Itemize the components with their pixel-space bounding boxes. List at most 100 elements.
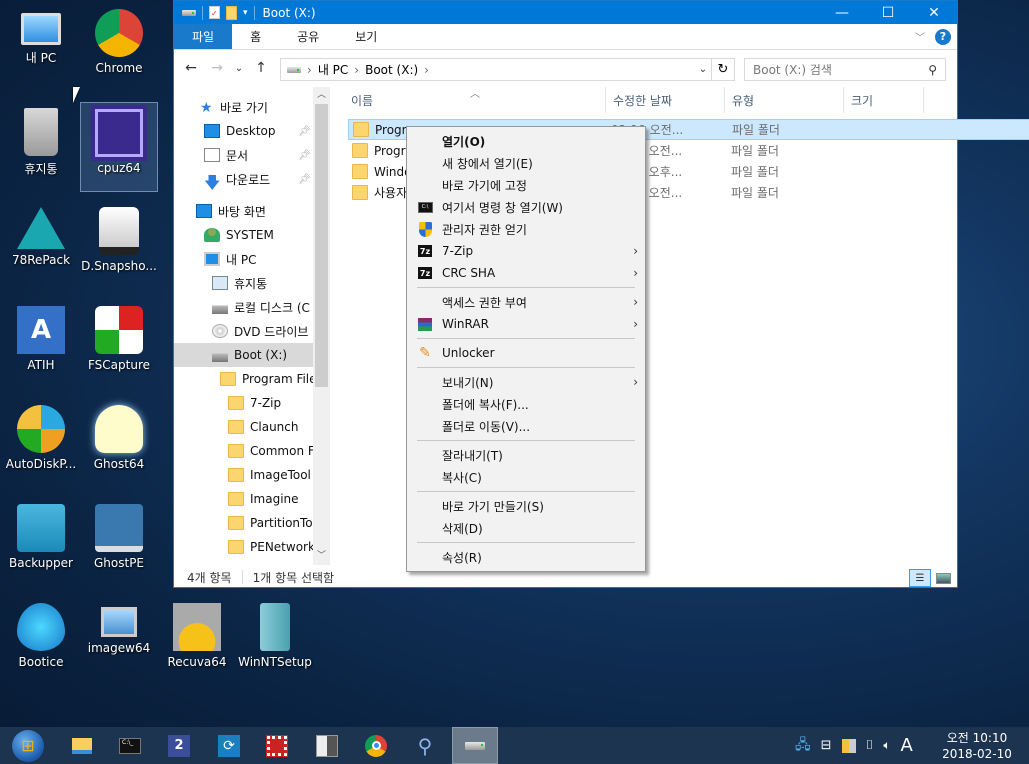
desktop-icon-ghostpe[interactable]: GhostPE (80, 498, 158, 588)
menu-item-잘라내기[interactable]: 잘라내기(T) (410, 444, 642, 466)
volume-icon[interactable]: 🔈︎ (883, 738, 890, 753)
menu-item-winrar[interactable]: WinRAR › (410, 313, 642, 335)
nav-item-partitiontoo[interactable]: PartitionToo (174, 511, 320, 535)
taskbar-command-prompt[interactable]: C:\_ (107, 727, 153, 764)
properties-icon[interactable]: ✓ (209, 6, 220, 19)
taskbar-search-tool[interactable]: ⚲ (402, 727, 448, 764)
tab-home[interactable]: 홈 (232, 24, 279, 49)
menu-item-열기[interactable]: 열기(O) (410, 130, 642, 152)
tab-share[interactable]: 공유 (279, 24, 337, 49)
column-size[interactable]: 크기 (844, 87, 924, 113)
display-icon[interactable]: ⊟ (821, 738, 832, 753)
new-folder-icon[interactable] (226, 5, 237, 20)
menu-item-여기서-명령-창-열기[interactable]: C:\ 여기서 명령 창 열기(W) (410, 196, 642, 218)
nav-item-문서[interactable]: 문서 📌︎ (174, 143, 314, 167)
desktop-icon-78repack[interactable]: 78RePack (2, 201, 80, 291)
menu-item-새-창에서-열기[interactable]: 새 창에서 열기(E) (410, 152, 642, 174)
breadcrumb-this-pc[interactable]: 내 PC (318, 61, 348, 78)
taskbar-boot-drive-window[interactable] (452, 727, 498, 764)
desktop-icon-내-pc[interactable]: 내 PC (2, 3, 80, 93)
title-bar[interactable]: ✓ ▾ Boot (X:) — ☐ ✕ (174, 1, 957, 24)
column-type[interactable]: 유형 (725, 87, 844, 113)
tab-file[interactable]: 파일 (174, 24, 233, 49)
nav-item-claunch[interactable]: Claunch (174, 415, 314, 439)
nav-item-dvd-드라이브[interactable]: DVD 드라이브 (174, 319, 314, 343)
breadcrumb-sep[interactable]: › (424, 63, 429, 77)
desktop-icon-winntsetup[interactable]: WinNTSetup (236, 597, 314, 687)
breadcrumb-boot-drive[interactable]: Boot (X:) (365, 63, 418, 77)
nav-item-boot-x-[interactable]: Boot (X:) (174, 343, 314, 367)
column-date-modified[interactable]: 수정한 날짜 (606, 87, 725, 113)
nav-item-다운로드[interactable]: 🡇 다운로드 📌︎ (174, 167, 314, 193)
expand-ribbon-icon[interactable]: ﹀ (915, 29, 925, 44)
taskbar-two-commander[interactable]: 2 (156, 727, 202, 764)
apps-icon[interactable] (841, 738, 856, 753)
menu-item-복사[interactable]: 복사(C) (410, 466, 642, 488)
refresh-button[interactable]: ↻ (712, 58, 735, 81)
nav-item-system[interactable]: SYSTEM (174, 223, 314, 247)
up-button[interactable]: ↑ (252, 60, 270, 76)
menu-item-삭제[interactable]: 삭제(D) (410, 517, 642, 539)
nav-item-내-pc[interactable]: 내 PC (174, 247, 314, 271)
address-dropdown-icon[interactable]: ⌄ (695, 64, 711, 75)
nav-item-common-f[interactable]: Common F (174, 439, 315, 463)
desktop-icon-chrome[interactable]: Chrome (80, 3, 158, 93)
desktop-icon-atih[interactable]: A ATIH (2, 300, 80, 390)
desktop-icon-휴지통[interactable]: 휴지통 (2, 102, 80, 192)
taskbar-file-explorer[interactable] (59, 727, 105, 764)
nav-pane-scrollbar[interactable]: ︿ ﹀ (313, 87, 330, 565)
details-view-button[interactable]: ☰ (909, 569, 931, 587)
nav-item-program-files[interactable]: Program Files (174, 367, 323, 391)
desktop-icon-bootice[interactable]: Bootice (2, 597, 80, 687)
desktop-icon-d-snapsho-[interactable]: D.Snapsho... (80, 201, 158, 291)
nav-item-desktop[interactable]: Desktop 📌︎ (174, 119, 314, 143)
menu-item-액세스-권한-부여[interactable]: 액세스 권한 부여 › (410, 291, 642, 313)
desktop-icon-cpuz64[interactable]: cpuz64 (80, 102, 158, 192)
nav-item-imagetool[interactable]: ImageTool (174, 463, 314, 487)
recent-locations-button[interactable]: ⌄ (234, 63, 244, 74)
nav-item-7-zip[interactable]: 7-Zip (174, 391, 314, 415)
menu-item-속성[interactable]: 속성(R) (410, 546, 642, 568)
taskbar-chrome[interactable] (353, 727, 399, 764)
back-button[interactable]: ← (182, 60, 200, 76)
scroll-down-icon[interactable]: ﹀ (313, 548, 330, 565)
menu-item-7-zip[interactable]: 7z 7-Zip › (410, 240, 642, 262)
menu-item-보내기[interactable]: 보내기(N) › (410, 371, 642, 393)
start-button[interactable]: ⊞ (5, 727, 51, 764)
search-input[interactable]: Boot (X:) 검색 ⚲ (744, 58, 946, 81)
menu-item-바로-가기에-고정[interactable]: 바로 가기에 고정 (410, 174, 642, 196)
close-button[interactable]: ✕ (911, 1, 957, 24)
nav-item-바로-가기[interactable]: ★ 바로 가기 (174, 95, 314, 119)
tab-view[interactable]: 보기 (337, 24, 395, 49)
menu-item-unlocker[interactable]: ✎ Unlocker (410, 342, 642, 364)
taskbar-window-tool[interactable] (304, 727, 350, 764)
network-icon[interactable]: 🖧 (795, 734, 811, 758)
clock[interactable]: 오전 10:10 2018-02-10 (937, 730, 1017, 762)
menu-item-crc-sha[interactable]: 7z CRC SHA › (410, 262, 642, 284)
desktop-icon-imagew64[interactable]: imagew64 (80, 597, 158, 687)
menu-item-관리자-권한-얻기[interactable]: 관리자 권한 얻기 (410, 218, 642, 240)
desktop-icon-recuva64[interactable]: Recuva64 (158, 597, 236, 687)
ime-indicator[interactable]: A (901, 735, 913, 756)
desktop-icon-fscapture[interactable]: FSCapture (80, 300, 158, 390)
nav-item-휴지통[interactable]: 휴지통 (174, 271, 314, 295)
address-bar[interactable]: › 내 PC › Boot (X:) › ⌄ (280, 58, 712, 81)
desktop-icon-autodiskp-[interactable]: AutoDiskP... (2, 399, 80, 489)
pin-icon[interactable]: 📌︎ (298, 126, 311, 137)
large-icons-view-button[interactable] (932, 569, 954, 587)
forward-button[interactable]: → (208, 60, 226, 76)
taskbar-screen-tool[interactable] (254, 727, 300, 764)
usb-icon[interactable]: ⌷ (866, 738, 874, 753)
menu-item-폴더에-복사[interactable]: 폴더에 복사(F)... (410, 393, 642, 415)
maximize-button[interactable]: ☐ (865, 1, 911, 24)
customize-quick-access-icon[interactable]: ▾ (243, 8, 248, 18)
minimize-button[interactable]: — (819, 1, 865, 24)
pin-icon[interactable]: 📌︎ (298, 174, 311, 185)
scrollbar-thumb[interactable] (315, 104, 328, 387)
nav-item-imagine[interactable]: Imagine (174, 487, 314, 511)
scroll-up-icon[interactable]: ︿ (313, 87, 330, 104)
desktop-icon-backupper[interactable]: Backupper (2, 498, 80, 588)
taskbar-backupper[interactable]: ⟳ (206, 727, 252, 764)
nav-item-바탕-화면[interactable]: 바탕 화면 (174, 199, 314, 223)
nav-item-penetwork[interactable]: PENetwork (174, 535, 315, 559)
